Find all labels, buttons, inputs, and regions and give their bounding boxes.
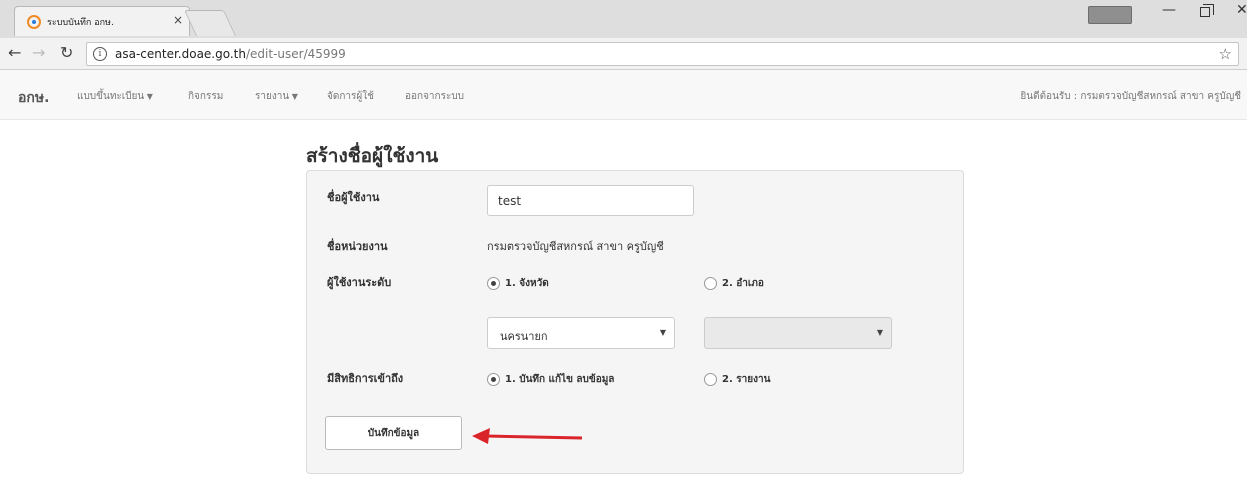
new-tab-button[interactable]: [183, 10, 237, 36]
province-select[interactable]: นครนายก ▼: [487, 317, 675, 349]
page-title: สร้างชื่อผู้ใช้งาน: [306, 145, 439, 167]
radio-unchecked-icon[interactable]: [704, 277, 717, 290]
window-profile-button[interactable]: [1088, 6, 1132, 24]
username-label: ชื่อผู้ใช้งาน: [327, 191, 380, 204]
level-radio-district[interactable]: 2. อำเภอ: [704, 276, 764, 291]
maximize-icon[interactable]: [1200, 4, 1214, 17]
level-option-1-label: 1. จังหวัด: [505, 278, 549, 289]
reload-icon[interactable]: ↻: [60, 43, 73, 62]
annotation-arrow-icon: [472, 428, 583, 444]
access-label: มีสิทธิการเข้าถึง: [327, 372, 404, 385]
url-host: asa-center.doae.go.th: [115, 47, 246, 61]
district-select[interactable]: ▼: [704, 317, 892, 349]
caret-down-icon: ▼: [289, 92, 298, 101]
save-button[interactable]: บันทึกข้อมูล: [325, 416, 462, 450]
browser-tab[interactable]: ระบบบันทึก อกษ. ×: [14, 6, 190, 36]
chevron-down-icon: ▼: [659, 328, 666, 337]
address-bar[interactable]: i asa-center.doae.go.th/edit-user/45999 …: [86, 42, 1239, 66]
nav-item-label: รายงาน: [255, 91, 290, 102]
url-path: /edit-user/45999: [246, 47, 346, 61]
caret-down-icon: ▼: [144, 92, 153, 101]
forward-arrow-icon[interactable]: →: [32, 43, 45, 62]
nav-item-label: แบบขึ้นทะเบียน: [77, 91, 145, 102]
level-label: ผู้ใช้งานระดับ: [327, 276, 392, 289]
province-select-value: นครนายก: [500, 330, 548, 343]
star-icon[interactable]: ☆: [1219, 45, 1232, 63]
nav-item-reports[interactable]: รายงาน ▼: [255, 89, 298, 104]
level-option-2-label: 2. อำเภอ: [722, 278, 764, 289]
radio-checked-icon[interactable]: [487, 373, 500, 386]
access-option-1-label: 1. บันทึก แก้ไข ลบข้อมูล: [505, 374, 615, 385]
tab-close-icon[interactable]: ×: [173, 13, 183, 27]
site-favicon-icon: [27, 15, 41, 29]
access-radio-edit[interactable]: 1. บันทึก แก้ไข ลบข้อมูล: [487, 372, 614, 387]
unit-value: กรมตรวจบัญชีสหกรณ์ สาขา ครูบัญชี: [487, 240, 664, 253]
app-navbar: อกษ. แบบขึ้นทะเบียน ▼ กิจกรรม รายงาน ▼ จ…: [0, 70, 1247, 120]
user-form-panel: ชื่อผู้ใช้งาน ชื่อหน่วยงาน กรมตรวจบัญชีส…: [306, 170, 964, 474]
chevron-down-icon: ▼: [876, 328, 883, 337]
nav-item-logout[interactable]: ออกจากระบบ: [405, 89, 464, 104]
welcome-text: ยินดีต้อนรับ : กรมตรวจบัญชีสหกรณ์ สาขา ค…: [1020, 91, 1241, 102]
access-radio-report[interactable]: 2. รายงาน: [704, 372, 770, 387]
url-text: asa-center.doae.go.th/edit-user/45999: [115, 47, 346, 61]
brand-logo[interactable]: อกษ.: [18, 87, 49, 109]
nav-item-activities[interactable]: กิจกรรม: [188, 89, 223, 104]
tab-title: ระบบบันทึก อกษ.: [47, 18, 114, 28]
nav-item-manage-users[interactable]: จัดการผู้ใช้: [327, 89, 374, 104]
nav-item-registration[interactable]: แบบขึ้นทะเบียน ▼: [77, 89, 153, 104]
unit-label: ชื่อหน่วยงาน: [327, 240, 388, 253]
radio-checked-icon[interactable]: [487, 277, 500, 290]
browser-toolbar: ← → ↻ i asa-center.doae.go.th/edit-user/…: [0, 38, 1247, 70]
level-radio-province[interactable]: 1. จังหวัด: [487, 276, 549, 291]
username-input[interactable]: [487, 185, 694, 216]
info-icon[interactable]: i: [93, 47, 107, 61]
back-arrow-icon[interactable]: ←: [8, 43, 21, 62]
minimize-icon[interactable]: —: [1162, 2, 1176, 18]
browser-tab-strip: ระบบบันทึก อกษ. × — ✕: [0, 0, 1247, 38]
radio-unchecked-icon[interactable]: [704, 373, 717, 386]
access-option-2-label: 2. รายงาน: [722, 374, 771, 385]
close-icon[interactable]: ✕: [1236, 2, 1247, 18]
